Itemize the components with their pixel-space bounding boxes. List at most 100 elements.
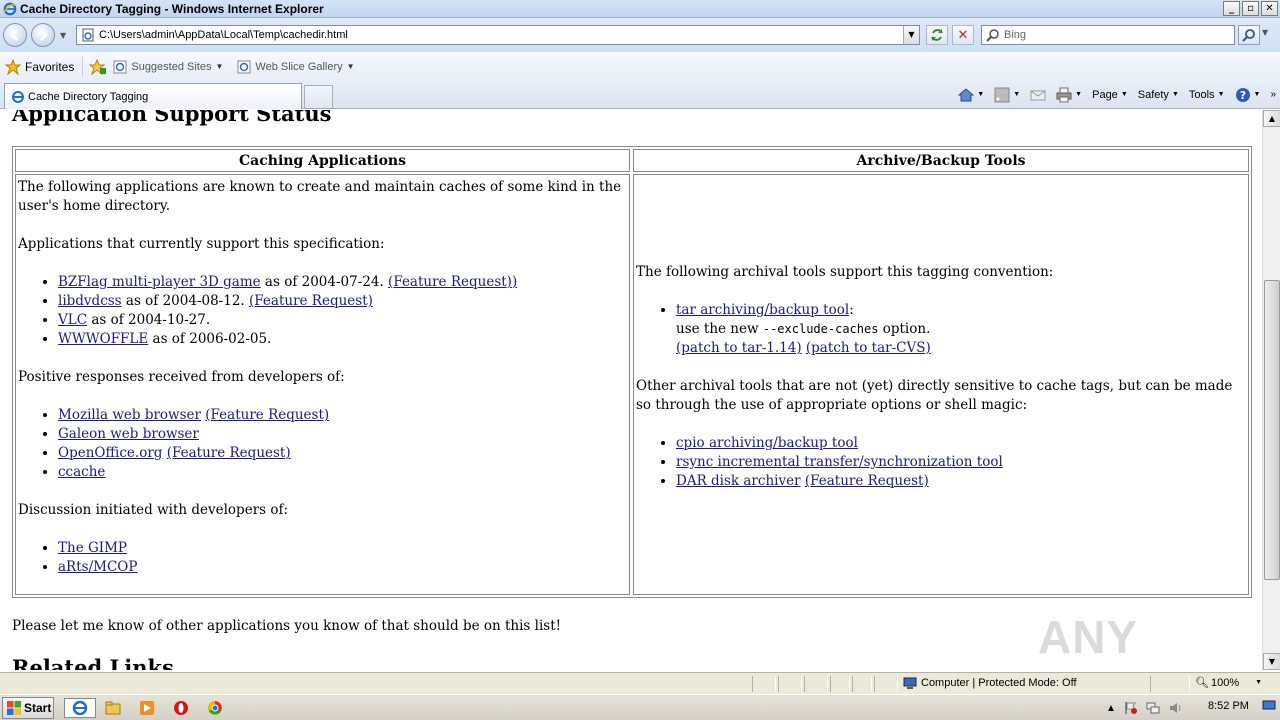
- web-slice-gallery-label: Web Slice Gallery: [255, 60, 343, 73]
- status-segment: [852, 676, 872, 692]
- ie-logo-icon: [72, 700, 88, 716]
- feature-request-trailing-paren[interactable]: ): [512, 274, 517, 290]
- ie-page-icon: [237, 60, 251, 73]
- tool-link[interactable]: DAR disk archiver: [676, 473, 801, 489]
- feature-request-link[interactable]: (Feature Request): [167, 445, 291, 461]
- tab-cache-directory-tagging[interactable]: Cache Directory Tagging: [4, 83, 302, 109]
- tar-cvs-patch-link[interactable]: (patch to tar-CVS): [806, 340, 931, 356]
- forward-button[interactable]: [31, 23, 55, 47]
- other-tools-list: cpio archiving/backup tool rsync increme…: [636, 434, 1246, 491]
- app-link[interactable]: WWWOFFLE: [58, 331, 148, 347]
- tool-link[interactable]: rsync incremental transfer/synchronizati…: [676, 454, 1003, 470]
- scroll-down-icon[interactable]: ▼: [1263, 653, 1280, 670]
- favorites-button[interactable]: Favorites: [5, 58, 74, 75]
- scroll-thumb[interactable]: [1264, 280, 1280, 580]
- close-window-button[interactable]: ✕: [1261, 1, 1278, 16]
- address-dropdown-icon[interactable]: ▼: [903, 26, 919, 44]
- action-center-flag-icon[interactable]: [1124, 701, 1138, 715]
- page-menu-label: Page: [1092, 88, 1118, 101]
- show-hidden-icons-icon[interactable]: ▲: [1106, 703, 1116, 714]
- print-button[interactable]: ▼: [1056, 87, 1082, 103]
- network-icon[interactable]: [1146, 701, 1160, 715]
- taskbar-ie-button[interactable]: [64, 698, 96, 718]
- home-icon: [958, 87, 975, 101]
- app-date: as of 2004-08-12.: [121, 293, 250, 309]
- back-arrow-icon: [10, 29, 18, 41]
- list-item: tar archiving/backup tool: use the new -…: [676, 301, 1246, 358]
- printer-icon: [1056, 87, 1072, 102]
- taskbar-chrome-button[interactable]: [204, 698, 226, 718]
- taskbar-explorer-button[interactable]: [102, 698, 124, 718]
- app-link[interactable]: OpenOffice.org: [58, 445, 162, 461]
- table-header-caching: Caching Applications: [15, 149, 630, 172]
- ie-page-icon: [12, 90, 24, 103]
- back-button[interactable]: [3, 23, 27, 47]
- toolbar-overflow-button[interactable]: »: [1270, 89, 1276, 100]
- app-link[interactable]: The GIMP: [58, 540, 127, 556]
- volume-icon[interactable]: [1168, 701, 1182, 715]
- clock[interactable]: 8:52 PM: [1208, 700, 1249, 712]
- scroll-up-icon[interactable]: ▲: [1263, 110, 1280, 127]
- feature-request-link[interactable]: (Feature Request): [388, 274, 512, 290]
- search-options-dropdown-icon[interactable]: ▼: [1262, 28, 1268, 37]
- taskbar-media-player-button[interactable]: [136, 698, 158, 718]
- stop-button[interactable]: ✕: [952, 25, 974, 45]
- home-button[interactable]: ▼: [958, 87, 984, 103]
- recent-pages-dropdown-icon[interactable]: ▼: [60, 31, 66, 40]
- feature-request-link[interactable]: (Feature Request): [805, 473, 929, 489]
- read-mail-button[interactable]: [1030, 87, 1046, 103]
- chevron-down-icon: ▼: [346, 62, 355, 71]
- page-menu[interactable]: Page ▼: [1092, 89, 1128, 101]
- app-date: as of 2006-02-05.: [148, 331, 272, 347]
- tar-option: --exclude-caches: [762, 322, 879, 336]
- chevron-down-icon: ▼: [977, 91, 985, 98]
- search-input[interactable]: Bing: [981, 25, 1235, 45]
- feeds-button[interactable]: ▼: [994, 87, 1020, 103]
- help-button[interactable]: ? ▼: [1235, 87, 1260, 103]
- feature-request-link[interactable]: (Feature Request): [205, 407, 329, 423]
- protected-mode-segment[interactable]: [1150, 676, 1190, 692]
- add-to-favorites-bar-icon[interactable]: [89, 58, 107, 75]
- tar-patch-link[interactable]: (patch to tar-1.14): [676, 340, 802, 356]
- vertical-scrollbar[interactable]: ▲ ▼: [1262, 110, 1280, 670]
- refresh-button[interactable]: [926, 25, 948, 45]
- list-item: libdvdcss as of 2004-08-12. (Feature Req…: [58, 292, 627, 311]
- tools-menu[interactable]: Tools ▼: [1189, 89, 1225, 101]
- tool-link[interactable]: cpio archiving/backup tool: [676, 435, 858, 451]
- status-segment: [804, 676, 828, 692]
- discussion-label: Discussion initiated with developers of:: [18, 502, 289, 518]
- forward-arrow-icon: [40, 29, 48, 41]
- app-link[interactable]: BZFlag multi-player 3D game: [58, 274, 261, 290]
- minimize-button[interactable]: _: [1223, 1, 1240, 16]
- app-link[interactable]: Galeon web browser: [58, 426, 199, 442]
- app-link[interactable]: Mozilla web browser: [58, 407, 201, 423]
- search-button[interactable]: [1238, 25, 1260, 45]
- safety-menu[interactable]: Safety ▼: [1138, 89, 1179, 101]
- app-link[interactable]: VLC: [58, 312, 87, 328]
- security-zone[interactable]: Computer | Protected Mode: Off: [903, 676, 1077, 690]
- support-table: Caching Applications Archive/Backup Tool…: [12, 146, 1252, 598]
- caching-applications-cell: The following applications are known to …: [15, 174, 630, 595]
- list-item: Mozilla web browser (Feature Request): [58, 406, 627, 425]
- zoom-icon: 🔍︎: [1195, 677, 1209, 689]
- app-link[interactable]: aRts/MCOP: [58, 559, 137, 575]
- app-link[interactable]: libdvdcss: [58, 293, 122, 309]
- zoom-level[interactable]: 🔍︎ 100% ▼: [1195, 676, 1262, 690]
- archive-other-text: Other archival tools that are not (yet) …: [636, 378, 1233, 413]
- show-desktop-button[interactable]: [1262, 698, 1276, 716]
- chevron-down-icon: ▼: [1013, 91, 1021, 98]
- address-bar[interactable]: C:\Users\admin\AppData\Local\Temp\cached…: [76, 25, 920, 45]
- list-item: rsync incremental transfer/synchronizati…: [676, 453, 1246, 472]
- feature-request-link[interactable]: (Feature Request): [249, 293, 373, 309]
- address-url[interactable]: C:\Users\admin\AppData\Local\Temp\cached…: [99, 29, 348, 41]
- app-link[interactable]: ccache: [58, 464, 105, 480]
- suggested-sites-link[interactable]: Suggested Sites ▼: [113, 60, 223, 74]
- taskbar-opera-button[interactable]: [170, 698, 192, 718]
- start-label: Start: [24, 701, 52, 715]
- web-slice-gallery-link[interactable]: Web Slice Gallery ▼: [237, 60, 355, 74]
- supporting-tools-list: tar archiving/backup tool: use the new -…: [636, 301, 1246, 358]
- tar-link[interactable]: tar archiving/backup tool: [676, 302, 849, 318]
- start-button[interactable]: Start: [2, 697, 54, 719]
- new-tab-button[interactable]: [304, 85, 333, 109]
- maximize-button[interactable]: ▫: [1242, 1, 1259, 16]
